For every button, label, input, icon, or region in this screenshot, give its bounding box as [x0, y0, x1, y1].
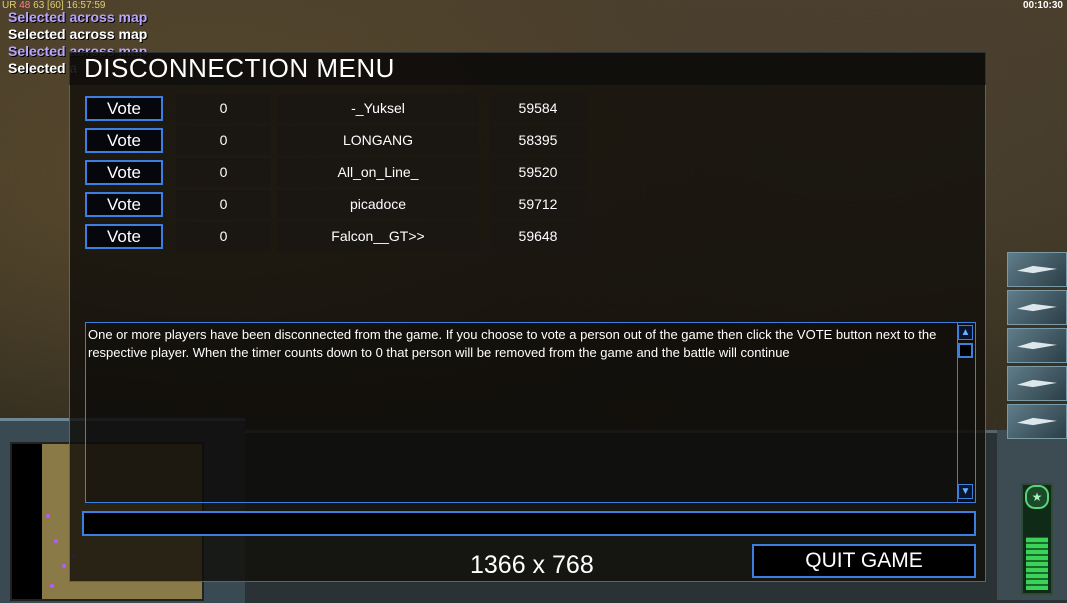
radar-icon[interactable] — [1007, 328, 1067, 363]
player-name: Falcon__GT>> — [277, 222, 479, 251]
disconnect-message: One or more players have been disconnect… — [88, 327, 937, 360]
selection-message: Selected across map — [8, 9, 148, 25]
scroll-thumb[interactable] — [958, 343, 973, 358]
player-timer: 59648 — [490, 222, 586, 251]
vote-count: 0 — [176, 190, 271, 219]
player-timer: 59712 — [490, 190, 586, 219]
vote-button[interactable]: Vote — [85, 160, 163, 185]
side-build-buttons — [1007, 252, 1067, 442]
vote-button[interactable]: Vote — [85, 128, 163, 153]
jet-icon[interactable] — [1007, 290, 1067, 325]
vote-count: 0 — [176, 158, 271, 187]
selection-message: Selected across map — [8, 26, 148, 42]
player-timer: 59584 — [490, 94, 586, 123]
player-name: LONGANG — [277, 126, 479, 155]
player-name: picadoce — [277, 190, 479, 219]
chat-input[interactable] — [82, 511, 976, 536]
player-name: All_on_Line_ — [277, 158, 479, 187]
quit-game-button[interactable]: QUIT GAME — [752, 544, 976, 578]
player-name: -_Yuksel — [277, 94, 479, 123]
vote-button[interactable]: Vote — [85, 192, 163, 217]
minimap-unit — [62, 564, 66, 568]
minimap-unit — [46, 514, 50, 518]
vote-button[interactable]: Vote — [85, 96, 163, 121]
minimap-fog — [12, 444, 42, 599]
player-timer: 58395 — [490, 126, 586, 155]
scroll-up-icon[interactable]: ▲ — [958, 325, 973, 340]
vote-button[interactable]: Vote — [85, 224, 163, 249]
game-clock: 00:10:30 — [1022, 0, 1063, 11]
power-meter-fill — [1026, 536, 1048, 590]
minimap-unit — [50, 584, 54, 588]
power-star-icon: ★ — [1025, 485, 1049, 509]
vote-count: 0 — [176, 222, 271, 251]
scroll-down-icon[interactable]: ▼ — [958, 484, 973, 499]
vote-count: 0 — [176, 94, 271, 123]
helicopter-icon[interactable] — [1007, 404, 1067, 439]
satellite-icon[interactable] — [1007, 366, 1067, 401]
resolution-label: 1366 x 768 — [470, 551, 594, 579]
player-timer: 59520 — [490, 158, 586, 187]
vote-count: 0 — [176, 126, 271, 155]
bomber-icon[interactable] — [1007, 252, 1067, 287]
dialog-title: DISCONNECTION MENU — [84, 53, 395, 83]
minimap-unit — [54, 539, 58, 543]
